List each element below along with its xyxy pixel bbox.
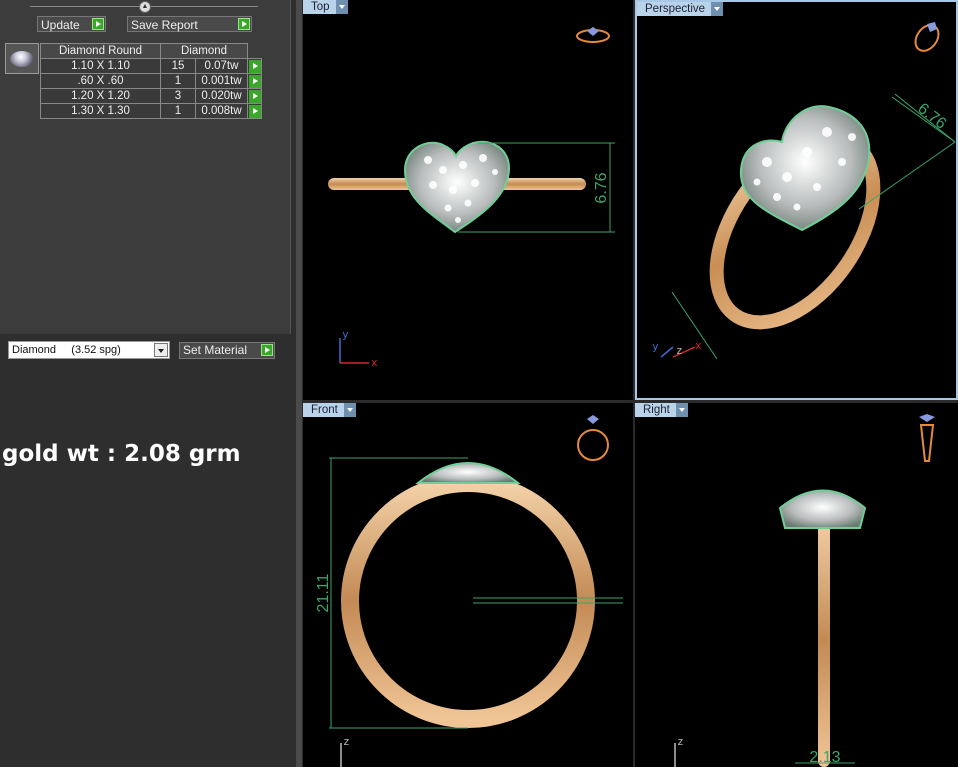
chevron-down-icon[interactable] — [154, 343, 168, 357]
row-play-icon[interactable] — [248, 74, 261, 88]
cell-size: .60 X .60 — [40, 73, 161, 89]
set-material-play-icon[interactable] — [261, 344, 273, 356]
update-button[interactable]: Update — [37, 16, 106, 32]
axis-y-label: y — [342, 328, 349, 341]
save-report-play-icon[interactable] — [238, 18, 250, 30]
diamond-table: Diamond Round Diamond 1.10 X 1.10 15 0.0… — [40, 43, 262, 119]
ring-band-front — [341, 474, 595, 728]
table-header-row: Diamond Round Diamond — [40, 43, 262, 59]
axis-indicator-icon: y z x — [652, 339, 702, 358]
row-play-icon[interactable] — [248, 104, 261, 118]
axis-indicator-icon: z — [340, 735, 350, 767]
dimension-label-right: 2.13 — [809, 749, 840, 766]
row-play-cell — [247, 58, 262, 74]
heart-right — [778, 489, 867, 529]
cell-count: 3 — [160, 88, 196, 104]
ring-thumbnail-icon — [914, 22, 940, 52]
dimension-label-front: 21.11 — [315, 573, 332, 612]
table-row[interactable]: .60 X .60 1 0.001tw — [40, 73, 262, 89]
material-select-value: Diamond (3.52 spg) — [12, 344, 121, 356]
cell-weight: 0.001tw — [195, 73, 248, 89]
top-view-drawing: 6.76 y x — [328, 27, 615, 369]
axis-indicator-icon: z — [674, 735, 684, 767]
panel-splitter[interactable] — [296, 0, 302, 767]
panel-slider-knob-icon[interactable]: ▲ — [139, 1, 151, 13]
material-select[interactable]: Diamond (3.52 spg) — [8, 341, 170, 359]
table-row[interactable]: 1.20 X 1.20 3 0.020tw — [40, 88, 262, 104]
heart-perspective — [739, 105, 871, 232]
axis-z-label: z — [343, 735, 350, 748]
ring-thumbnail-icon — [577, 415, 609, 461]
left-panel: ▲ Update Save Report Diamond Round Diamo… — [0, 0, 296, 767]
cell-size: 1.30 X 1.30 — [40, 103, 161, 119]
cell-weight: 0.07tw — [195, 58, 248, 74]
update-label: Update — [41, 18, 80, 32]
set-material-button[interactable]: Set Material — [179, 342, 275, 359]
header-diamond-round: Diamond Round — [40, 43, 161, 59]
row-play-cell — [247, 88, 262, 104]
table-row[interactable]: 1.10 X 1.10 15 0.07tw — [40, 58, 262, 74]
dimension-label-perspective: 6.76 — [914, 100, 949, 133]
front-view-drawing: 21.11 z — [315, 415, 623, 767]
header-spacer — [248, 44, 262, 59]
ring-thumbnail-icon — [576, 27, 610, 43]
row-play-cell — [247, 73, 262, 89]
header-diamond: Diamond — [160, 43, 248, 59]
cell-size: 1.20 X 1.20 — [40, 88, 161, 104]
ring-band-right — [818, 513, 830, 767]
save-report-label: Save Report — [131, 18, 198, 32]
viewport-front[interactable]: Front 21.11 z — [303, 403, 633, 767]
gold-weight-text: gold wt : 2.08 grm — [2, 441, 241, 467]
row-play-icon[interactable] — [248, 59, 261, 73]
ring-thumbnail-icon — [919, 414, 935, 462]
cell-count: 1 — [160, 73, 196, 89]
axis-indicator-icon: y x — [339, 328, 378, 369]
cell-count: 15 — [160, 58, 196, 74]
cell-count: 1 — [160, 103, 196, 119]
heart-front — [415, 462, 521, 484]
viewport-perspective[interactable]: Perspective 6.76 y z x — [635, 0, 958, 400]
cell-weight: 0.008tw — [195, 103, 248, 119]
row-play-cell — [247, 103, 262, 119]
axis-y-label: y — [652, 340, 659, 353]
right-view-drawing: 2.13 z — [674, 414, 935, 767]
axis-z-label: z — [676, 344, 683, 357]
diamond-round-icon[interactable] — [5, 43, 39, 74]
diamond-report-panel: ▲ Update Save Report Diamond Round Diamo… — [0, 0, 291, 334]
viewport-right[interactable]: Right 2.13 z — [635, 403, 958, 767]
update-play-icon[interactable] — [92, 18, 104, 30]
set-material-label: Set Material — [183, 343, 248, 357]
save-report-button[interactable]: Save Report — [127, 16, 252, 32]
axis-x-label: x — [371, 356, 378, 369]
perspective-view-drawing: 6.76 y z x — [652, 22, 956, 360]
axis-x-label: x — [695, 339, 702, 352]
row-play-icon[interactable] — [248, 89, 261, 103]
cell-size: 1.10 X 1.10 — [40, 58, 161, 74]
table-row[interactable]: 1.30 X 1.30 1 0.008tw — [40, 103, 262, 119]
cell-weight: 0.020tw — [195, 88, 248, 104]
viewport-top[interactable]: Top 6.76 y x — [303, 0, 633, 400]
dimension-label-top: 6.76 — [593, 172, 610, 203]
axis-z-label: z — [677, 735, 684, 748]
